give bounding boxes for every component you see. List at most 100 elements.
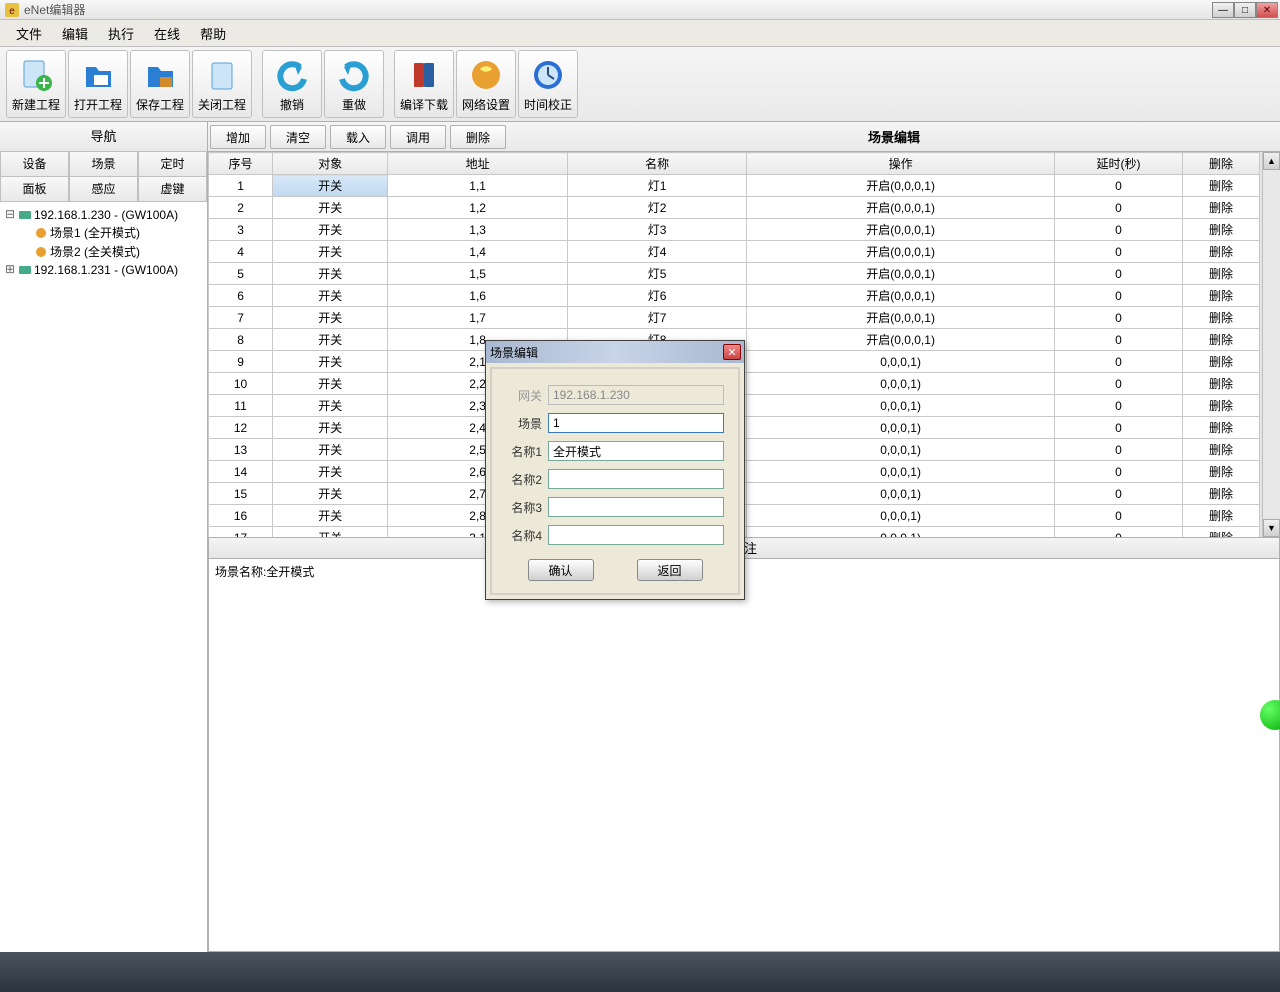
cell-seq[interactable]: 1 <box>209 175 273 197</box>
subtoolbar-btn-2[interactable]: 载入 <box>330 125 386 149</box>
scroll-down-icon[interactable]: ▼ <box>1263 519 1280 537</box>
menu-4[interactable]: 帮助 <box>192 22 234 45</box>
toolbar-undo[interactable]: 撤销 <box>262 50 322 118</box>
menu-1[interactable]: 编辑 <box>54 22 96 45</box>
tree-node-1[interactable]: 场景1 (全开模式) <box>4 223 203 242</box>
dialog-title[interactable]: 场景编辑 ✕ <box>486 341 744 363</box>
cell-obj[interactable]: 开关 <box>273 219 388 241</box>
cell-obj[interactable]: 开关 <box>273 461 388 483</box>
cell-delay[interactable]: 0 <box>1054 307 1182 329</box>
nav-tab-tabs_row1-0[interactable]: 设备 <box>0 152 69 177</box>
cell-addr[interactable]: 1,7 <box>388 307 567 329</box>
cell-delay[interactable]: 0 <box>1054 417 1182 439</box>
toolbar-open-project[interactable]: 打开工程 <box>68 50 128 118</box>
cell-addr[interactable]: 1,1 <box>388 175 567 197</box>
cell-obj[interactable]: 开关 <box>273 439 388 461</box>
table-row[interactable]: 1开关1,1灯1开启(0,0,0,1)0删除 <box>209 175 1260 197</box>
cell-obj[interactable]: 开关 <box>273 395 388 417</box>
cell-name[interactable]: 灯7 <box>567 307 746 329</box>
cell-del[interactable]: 删除 <box>1183 395 1260 417</box>
cell-del[interactable]: 删除 <box>1183 241 1260 263</box>
cell-op[interactable]: 0,0,0,1) <box>747 417 1055 439</box>
table-row[interactable]: 2开关1,2灯2开启(0,0,0,1)0删除 <box>209 197 1260 219</box>
cell-obj[interactable]: 开关 <box>273 307 388 329</box>
cell-obj[interactable]: 开关 <box>273 505 388 527</box>
cell-seq[interactable]: 9 <box>209 351 273 373</box>
tree-expand-icon[interactable]: ⊞ <box>4 262 16 277</box>
nav-tab-tabs_row2-1[interactable]: 感应 <box>69 177 138 202</box>
cell-op[interactable]: 开启(0,0,0,1) <box>747 197 1055 219</box>
cell-delay[interactable]: 0 <box>1054 395 1182 417</box>
cell-op[interactable]: 0,0,0,1) <box>747 505 1055 527</box>
cell-seq[interactable]: 12 <box>209 417 273 439</box>
cell-op[interactable]: 0,0,0,1) <box>747 439 1055 461</box>
cell-seq[interactable]: 3 <box>209 219 273 241</box>
tree-node-0[interactable]: ⊟192.168.1.230 - (GW100A) <box>4 206 203 223</box>
minimize-button[interactable]: — <box>1212 2 1234 18</box>
cell-op[interactable]: 开启(0,0,0,1) <box>747 307 1055 329</box>
cell-op[interactable]: 0,0,0,1) <box>747 461 1055 483</box>
cell-obj[interactable]: 开关 <box>273 175 388 197</box>
cell-addr[interactable]: 1,5 <box>388 263 567 285</box>
cell-del[interactable]: 删除 <box>1183 307 1260 329</box>
cell-addr[interactable]: 1,3 <box>388 219 567 241</box>
subtoolbar-btn-4[interactable]: 删除 <box>450 125 506 149</box>
scene-input[interactable] <box>548 413 724 433</box>
cell-delay[interactable]: 0 <box>1054 505 1182 527</box>
cell-op[interactable]: 0,0,0,1) <box>747 373 1055 395</box>
col-header-1[interactable]: 对象 <box>273 153 388 175</box>
toolbar-new-project[interactable]: 新建工程 <box>6 50 66 118</box>
cell-name[interactable]: 灯1 <box>567 175 746 197</box>
toolbar-close-project[interactable]: 关闭工程 <box>192 50 252 118</box>
cell-del[interactable]: 删除 <box>1183 417 1260 439</box>
cell-seq[interactable]: 15 <box>209 483 273 505</box>
cell-del[interactable]: 删除 <box>1183 483 1260 505</box>
cell-delay[interactable]: 0 <box>1054 483 1182 505</box>
cell-seq[interactable]: 13 <box>209 439 273 461</box>
cell-obj[interactable]: 开关 <box>273 527 388 537</box>
window-close-button[interactable]: ✕ <box>1256 2 1278 18</box>
cell-op[interactable]: 0,0,0,1) <box>747 351 1055 373</box>
cell-seq[interactable]: 6 <box>209 285 273 307</box>
cell-delay[interactable]: 0 <box>1054 461 1182 483</box>
cell-op[interactable]: 开启(0,0,0,1) <box>747 285 1055 307</box>
nav-tab-tabs_row1-1[interactable]: 场景 <box>69 152 138 177</box>
cell-name[interactable]: 灯5 <box>567 263 746 285</box>
toolbar-compile[interactable]: 编译下载 <box>394 50 454 118</box>
cell-obj[interactable]: 开关 <box>273 197 388 219</box>
nav-tab-tabs_row2-0[interactable]: 面板 <box>0 177 69 202</box>
cell-obj[interactable]: 开关 <box>273 351 388 373</box>
col-header-0[interactable]: 序号 <box>209 153 273 175</box>
dialog-ok-button[interactable]: 确认 <box>528 559 594 581</box>
tree-node-3[interactable]: ⊞192.168.1.231 - (GW100A) <box>4 261 203 278</box>
table-row[interactable]: 6开关1,6灯6开启(0,0,0,1)0删除 <box>209 285 1260 307</box>
cell-name[interactable]: 灯4 <box>567 241 746 263</box>
cell-seq[interactable]: 16 <box>209 505 273 527</box>
menu-0[interactable]: 文件 <box>8 22 50 45</box>
cell-delay[interactable]: 0 <box>1054 219 1182 241</box>
tree-expand-icon[interactable]: ⊟ <box>4 207 16 222</box>
menu-3[interactable]: 在线 <box>146 22 188 45</box>
cell-seq[interactable]: 17 <box>209 527 273 537</box>
cell-seq[interactable]: 4 <box>209 241 273 263</box>
cell-seq[interactable]: 2 <box>209 197 273 219</box>
cell-del[interactable]: 删除 <box>1183 263 1260 285</box>
toolbar-time[interactable]: 时间校正 <box>518 50 578 118</box>
table-row[interactable]: 7开关1,7灯7开启(0,0,0,1)0删除 <box>209 307 1260 329</box>
cell-name[interactable]: 灯6 <box>567 285 746 307</box>
table-row[interactable]: 4开关1,4灯4开启(0,0,0,1)0删除 <box>209 241 1260 263</box>
menu-2[interactable]: 执行 <box>100 22 142 45</box>
subtoolbar-btn-3[interactable]: 调用 <box>390 125 446 149</box>
cell-del[interactable]: 删除 <box>1183 439 1260 461</box>
subtoolbar-btn-0[interactable]: 增加 <box>210 125 266 149</box>
cell-obj[interactable]: 开关 <box>273 373 388 395</box>
name2-input[interactable] <box>548 469 724 489</box>
cell-delay[interactable]: 0 <box>1054 439 1182 461</box>
cell-delay[interactable]: 0 <box>1054 241 1182 263</box>
cell-seq[interactable]: 14 <box>209 461 273 483</box>
col-header-5[interactable]: 延时(秒) <box>1054 153 1182 175</box>
maximize-button[interactable]: □ <box>1234 2 1256 18</box>
cell-del[interactable]: 删除 <box>1183 285 1260 307</box>
cell-seq[interactable]: 10 <box>209 373 273 395</box>
cell-addr[interactable]: 1,6 <box>388 285 567 307</box>
